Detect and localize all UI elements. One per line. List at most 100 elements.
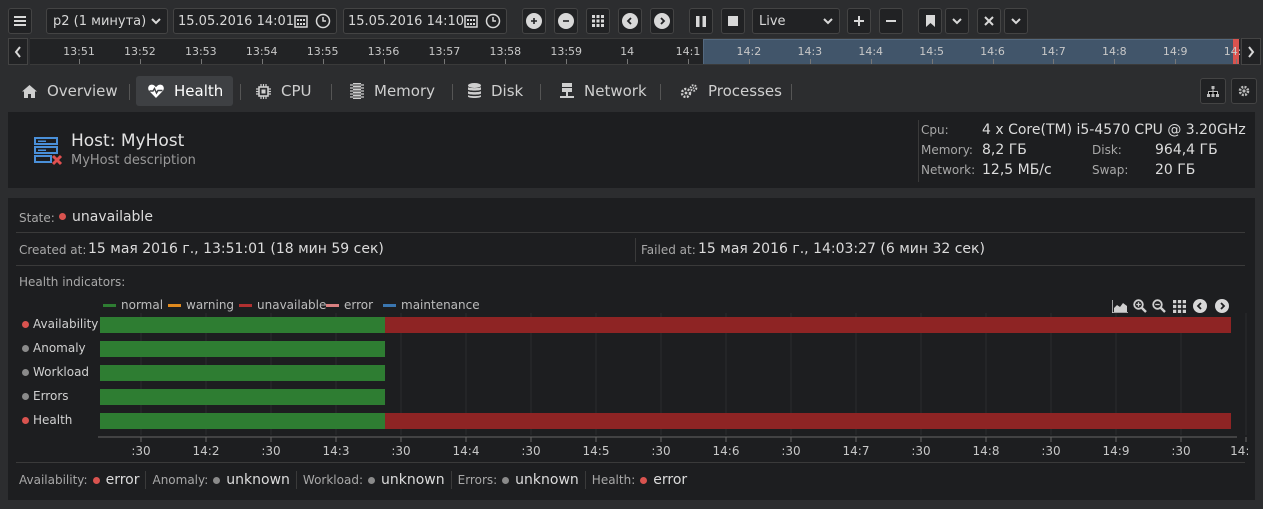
timeline-tick — [627, 59, 629, 64]
chevron-left-icon[interactable] — [1193, 299, 1207, 313]
date-to-value: 15.05.2016 14:10 — [348, 13, 465, 29]
summary-value: unknown — [515, 472, 579, 488]
remove-button[interactable] — [879, 8, 903, 34]
bar-segment-unavailable — [385, 317, 1232, 333]
zoom-out-icon[interactable] — [1152, 299, 1166, 313]
tab-divider — [129, 84, 130, 100]
pause-button[interactable] — [689, 8, 713, 34]
x-tick-label: :30 — [781, 444, 800, 458]
legend-maintenance[interactable]: maintenance — [383, 298, 480, 312]
clock-icon[interactable] — [315, 13, 331, 29]
x-tick-label: 14:2 — [193, 444, 220, 458]
bar-segment-unavailable — [385, 413, 1232, 429]
tab-processes[interactable]: Processes — [668, 76, 794, 106]
timeline-track[interactable]: 13:51 13:52 13:53 13:54 13:55 13:56 13:57 13:58… — [30, 38, 1240, 65]
heartbeat-icon — [148, 84, 164, 98]
minus-icon — [886, 20, 896, 22]
next-button[interactable] — [650, 8, 674, 34]
tab-network[interactable]: Network — [548, 76, 659, 106]
legend-normal[interactable]: normal — [103, 298, 163, 312]
bar-segment-normal — [100, 413, 386, 429]
swap-label: Swap: — [1092, 163, 1129, 177]
grid-icon[interactable] — [1173, 299, 1186, 313]
cpu-label: Cpu: — [921, 123, 949, 137]
server-error-icon — [34, 137, 63, 166]
summary-label: Availability: — [19, 473, 88, 487]
tab-health[interactable]: Health — [136, 76, 233, 106]
legend-label: unavailable — [257, 298, 327, 312]
settings-button[interactable] — [1231, 78, 1257, 104]
zoom-in-button[interactable] — [522, 8, 546, 34]
legend-error[interactable]: error — [326, 298, 373, 312]
timeline-scroll-right[interactable] — [1241, 38, 1261, 65]
clear-button[interactable] — [977, 8, 1001, 34]
tab-label: CPU — [281, 82, 312, 100]
timeline-tick — [383, 59, 385, 64]
timeline-tick-label: 14:1 — [675, 45, 701, 58]
tab-disk[interactable]: Disk — [456, 76, 535, 106]
status-dot — [22, 320, 29, 328]
tab-overview[interactable]: Overview — [10, 76, 130, 106]
legend-warning[interactable]: warning — [168, 298, 234, 312]
clock-icon[interactable] — [485, 13, 501, 29]
timeline-tick-label: 14:3 — [797, 45, 823, 58]
add-button[interactable] — [847, 8, 871, 34]
host-info-panel: Host: MyHost MyHost description Cpu: 4 x… — [8, 112, 1255, 188]
timeline-tick-label: 13:52 — [124, 45, 156, 58]
date-to-field[interactable]: 15.05.2016 14:10 — [343, 8, 507, 34]
tab-cpu[interactable]: CPU — [244, 76, 324, 106]
health-timeline-chart[interactable]: :30 14:2:30 14:3:30 14:4:30 14:5:30 14:6:30 14… — [88, 313, 1248, 459]
timeline-tick — [200, 59, 202, 64]
previous-button[interactable] — [618, 8, 642, 34]
stop-icon — [728, 16, 738, 26]
legend-unavailable[interactable]: unavailable — [239, 298, 326, 312]
legend-label: error — [344, 298, 374, 312]
period-select[interactable]: p2 (1 минута) — [46, 8, 168, 34]
stop-button[interactable] — [721, 8, 745, 34]
indicator-name: Anomaly — [33, 341, 86, 355]
network-value: 12,5 МБ/с — [982, 162, 1052, 178]
menu-button[interactable] — [8, 8, 32, 34]
zoom-in-icon — [526, 13, 542, 29]
summary-value: unknown — [226, 472, 290, 488]
clear-menu-button[interactable] — [1004, 8, 1028, 34]
zoom-out-button[interactable] — [554, 8, 578, 34]
tab-memory[interactable]: Memory — [338, 76, 447, 106]
status-dot — [368, 476, 375, 484]
timeline-tick-label: 14:4 — [858, 45, 884, 58]
toolbar: p2 (1 минута) 15.05.2016 14:01 15.05.201… — [0, 0, 1263, 40]
timeline-scroll-left[interactable] — [8, 38, 28, 65]
chevron-right-icon — [1248, 45, 1255, 58]
status-dot — [502, 476, 510, 484]
indicator-name: Errors — [33, 389, 69, 403]
timeline-tick — [870, 59, 872, 64]
indicator-row-label: Workload — [22, 365, 89, 379]
bookmark-menu-button[interactable] — [945, 8, 969, 34]
timeline-selection[interactable] — [703, 39, 1236, 64]
grid-button[interactable] — [586, 8, 610, 34]
timeline-tick — [1053, 59, 1055, 64]
chevron-right-icon[interactable] — [1215, 299, 1229, 313]
bookmark-button[interactable] — [918, 8, 942, 34]
x-tick-label: 14:3 — [323, 444, 350, 458]
status-dot — [22, 416, 29, 424]
zoom-in-icon[interactable] — [1133, 299, 1147, 313]
topology-button[interactable] — [1200, 78, 1226, 104]
status-dot — [22, 368, 29, 376]
mode-select[interactable]: Live — [752, 8, 840, 34]
chevron-down-icon — [952, 18, 962, 25]
calendar-icon[interactable] — [294, 14, 308, 28]
state-value: unavailable — [59, 209, 153, 225]
timeline-tick — [1175, 59, 1177, 64]
area-chart-icon[interactable] — [1112, 299, 1128, 313]
divider — [16, 462, 1245, 463]
indicator-summary: Availability: error Anomaly: unknown Workloa… — [19, 470, 687, 490]
summary-label: Workload: — [302, 473, 363, 487]
hamburger-icon — [14, 16, 26, 26]
timeline-tick-label: 13:55 — [306, 45, 339, 58]
date-from-field[interactable]: 15.05.2016 14:01 — [173, 8, 337, 34]
divider — [145, 471, 147, 489]
calendar-icon[interactable] — [464, 14, 478, 28]
timeline-tick-label: 13:59 — [550, 45, 583, 58]
summary-label: Anomaly: — [152, 473, 209, 487]
